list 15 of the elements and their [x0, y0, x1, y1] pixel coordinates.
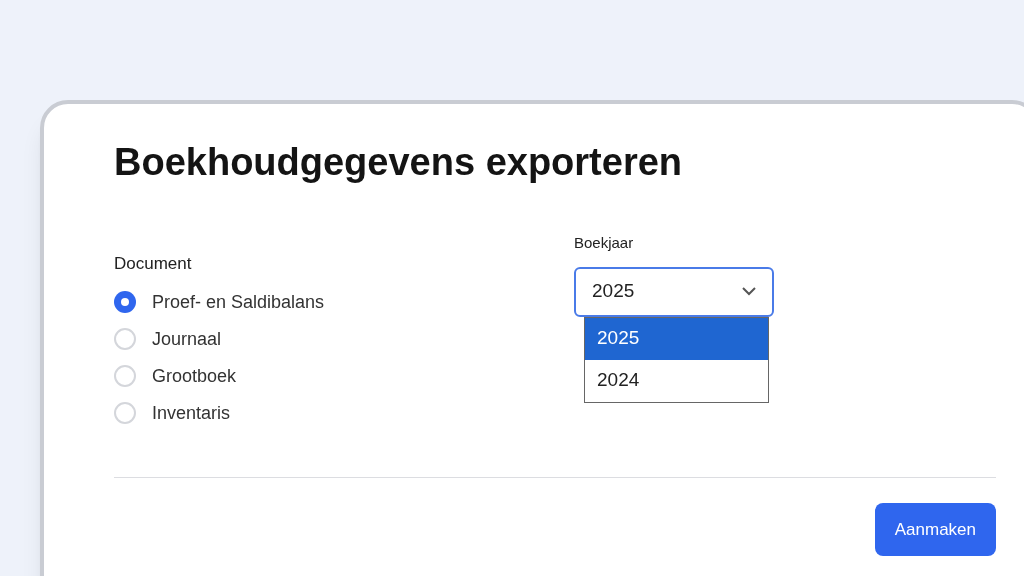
radio-button[interactable] — [114, 365, 136, 387]
radio-label: Inventaris — [152, 401, 231, 425]
radio-label: Grootboek — [152, 364, 237, 388]
radio-button[interactable] — [114, 328, 136, 350]
dropdown-option[interactable]: 2025 — [585, 317, 768, 360]
radio-button[interactable] — [114, 402, 136, 424]
create-button[interactable]: Aanmaken — [874, 502, 996, 556]
chevron-down-icon — [742, 287, 756, 296]
dialog-title: Boekhoudgegevens exporteren — [114, 140, 683, 185]
year-dropdown[interactable]: 2025 — [574, 266, 774, 317]
radio-label: Journaal — [152, 327, 222, 351]
field-label: Boekjaar — [574, 233, 634, 253]
radio-button[interactable] — [114, 291, 136, 313]
field-label: Document — [114, 253, 192, 275]
radio-label: Proef- en Saldibalans — [152, 290, 325, 314]
